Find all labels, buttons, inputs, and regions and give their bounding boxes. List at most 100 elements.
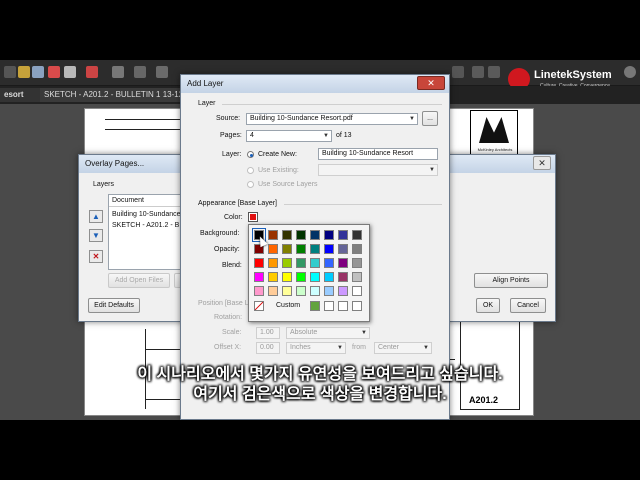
align-points-button[interactable]: Align Points (474, 273, 548, 288)
tab-sketch[interactable]: SKETCH - A201.2 - BULLETIN 1 13-12- (40, 88, 186, 102)
browse-button[interactable]: ... (422, 111, 438, 126)
color-swatch[interactable] (352, 258, 362, 268)
color-swatch[interactable] (310, 244, 320, 254)
move-down-button[interactable]: ▼ (89, 229, 103, 242)
color-swatch[interactable] (324, 258, 334, 268)
italic-icon[interactable] (488, 66, 500, 78)
color-swatch[interactable] (296, 230, 306, 240)
cancel-button[interactable]: Cancel (510, 298, 546, 313)
remove-button[interactable]: ✕ (89, 250, 103, 263)
color-swatch[interactable] (310, 230, 320, 240)
rotation-label: Rotation: (214, 314, 243, 321)
pen-icon[interactable] (112, 66, 124, 78)
custom-color-swatch[interactable] (352, 301, 362, 311)
color-swatch[interactable] (282, 286, 292, 296)
color-swatch[interactable] (268, 272, 278, 282)
bold-icon[interactable] (472, 66, 484, 78)
color-swatch[interactable] (310, 286, 320, 296)
link-icon[interactable] (32, 66, 44, 78)
color-swatch[interactable] (338, 244, 348, 254)
color-swatch[interactable] (310, 272, 320, 282)
offset-unit-value: Inches (290, 344, 311, 351)
color-swatch[interactable] (338, 286, 348, 296)
color-swatch[interactable] (296, 258, 306, 268)
create-new-label: Create New: (258, 151, 297, 158)
close-button[interactable]: ✕ (417, 76, 445, 90)
list-item[interactable]: SKETCH - A201.2 - B (112, 222, 179, 229)
shape-icon[interactable] (134, 66, 146, 78)
offset-input[interactable]: 0.00 (256, 342, 280, 354)
close-button[interactable]: ✕ (533, 156, 551, 170)
color-swatch[interactable] (338, 258, 348, 268)
ok-button[interactable]: OK (476, 298, 500, 313)
color-swatch[interactable] (282, 244, 292, 254)
color-button[interactable] (248, 212, 258, 222)
pages-total: of 13 (336, 132, 352, 139)
scale-input[interactable]: 1.00 (256, 327, 280, 339)
color-swatch[interactable] (352, 244, 362, 254)
group-divider (284, 204, 442, 205)
color-swatch[interactable] (282, 230, 292, 240)
create-new-radio[interactable] (247, 151, 254, 158)
color-swatch[interactable] (268, 230, 278, 240)
edit-defaults-button[interactable]: Edit Defaults (88, 298, 140, 313)
move-up-button[interactable]: ▲ (89, 210, 103, 223)
color-swatch[interactable] (352, 272, 362, 282)
use-source-layers-radio[interactable] (247, 181, 254, 188)
source-dropdown[interactable]: Building 10-Sundance Resort.pdf ▼ (246, 113, 418, 125)
scale-mode-dropdown[interactable]: Absolute ▼ (286, 327, 370, 339)
layer-label: Layer: (222, 151, 242, 158)
position-section-label: Position [Base La (198, 300, 253, 307)
background-label: Background: (200, 230, 240, 237)
pages-dropdown[interactable]: 4 ▼ (246, 130, 332, 142)
create-new-input[interactable]: Building 10-Sundance Resort (318, 148, 438, 160)
from-dropdown[interactable]: Center ▼ (374, 342, 432, 354)
color-swatch[interactable] (324, 230, 334, 240)
color-swatch[interactable] (268, 244, 278, 254)
color-swatch[interactable] (324, 272, 334, 282)
markup-icon[interactable] (64, 66, 76, 78)
use-existing-radio[interactable] (247, 167, 254, 174)
use-existing-label: Use Existing: (258, 167, 299, 174)
cloud-icon[interactable] (86, 66, 98, 78)
custom-color-swatch[interactable] (310, 301, 320, 311)
color-swatch[interactable] (296, 286, 306, 296)
color-swatch[interactable] (254, 286, 264, 296)
offset-unit-dropdown[interactable]: Inches ▼ (286, 342, 346, 354)
use-existing-dropdown[interactable]: ▼ (318, 164, 438, 176)
add-open-files-button[interactable]: Add Open Files (108, 273, 170, 288)
color-swatch[interactable] (254, 258, 264, 268)
color-swatch[interactable] (310, 258, 320, 268)
line-icon[interactable] (156, 66, 168, 78)
color-swatch[interactable] (282, 258, 292, 268)
color-swatch[interactable] (324, 286, 334, 296)
color-swatch[interactable] (338, 272, 348, 282)
color-swatch[interactable] (296, 272, 306, 282)
chevron-down-icon: ▼ (409, 116, 415, 122)
color-swatch[interactable] (296, 244, 306, 254)
tool-icon[interactable] (4, 66, 16, 78)
color-swatch[interactable] (254, 272, 264, 282)
color-swatch[interactable] (268, 258, 278, 268)
appearance-section-label: Appearance [Base Layer] (198, 200, 277, 207)
tab-resort[interactable]: esort (0, 88, 40, 102)
highlight-icon[interactable] (48, 66, 60, 78)
list-item[interactable]: Building 10-Sundance R (112, 211, 188, 218)
layer-section-label: Layer (198, 100, 216, 107)
color-swatch[interactable] (338, 230, 348, 240)
stamp-icon[interactable] (18, 66, 30, 78)
offset-label: Offset X: (214, 344, 242, 351)
scale-mode-value: Absolute (290, 329, 318, 336)
color-swatch[interactable] (352, 286, 362, 296)
color-swatch[interactable] (324, 244, 334, 254)
color-swatch[interactable] (282, 272, 292, 282)
custom-color-swatch[interactable] (338, 301, 348, 311)
from-label: from (352, 344, 366, 351)
subtitle-line-2: 여기서 검은색으로 색상을 변경합니다. (193, 386, 447, 403)
custom-color-swatch[interactable] (324, 301, 334, 311)
text-icon[interactable] (452, 66, 464, 78)
color-swatch[interactable] (352, 230, 362, 240)
no-color-icon[interactable] (254, 301, 264, 311)
source-value: Building 10-Sundance Resort.pdf (250, 115, 353, 122)
color-swatch[interactable] (268, 286, 278, 296)
